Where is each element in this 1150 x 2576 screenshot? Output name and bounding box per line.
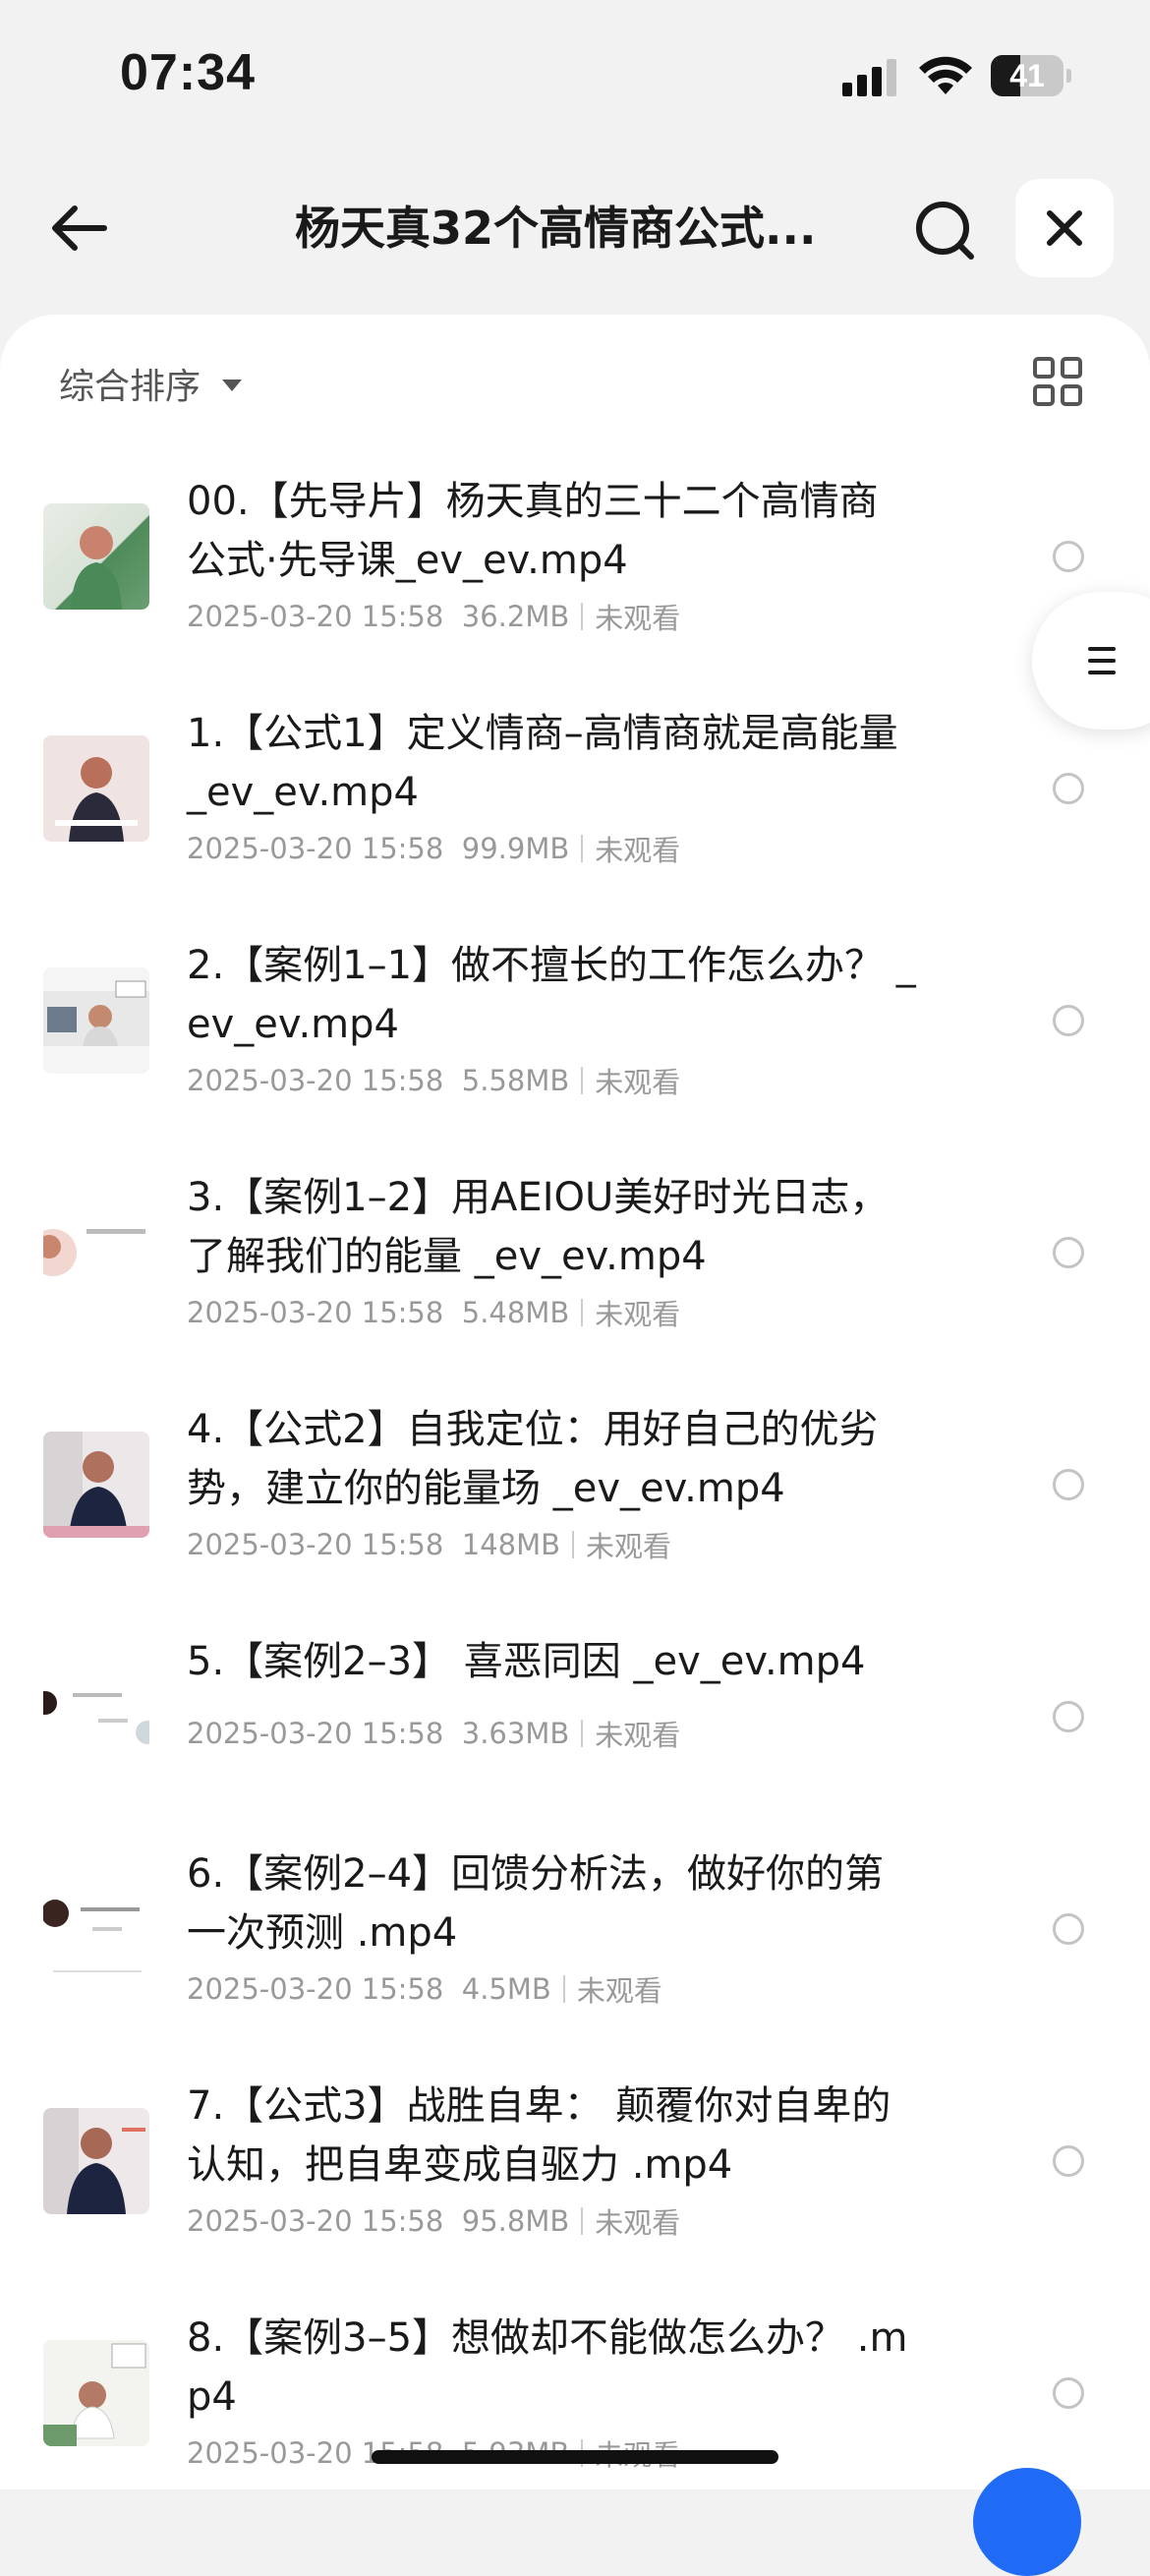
file-name-line: 00.【先导片】杨天真的三十二个高情商 [187, 479, 879, 524]
watch-status: 未观看 [595, 834, 681, 867]
file-meta: 2025-03-20 15:58 95.8MB 未观看 [187, 2200, 680, 2242]
file-meta: 2025-03-20 15:58 3.63MB 未观看 [187, 1713, 680, 1754]
file-date: 2025-03-20 15:58 [187, 1972, 444, 2006]
file-name-line: 7.【公式3】战胜自卑： 颠覆你对自卑的 [187, 2083, 891, 2129]
video-thumbnail [43, 1432, 149, 1538]
select-radio[interactable] [1053, 2145, 1084, 2177]
file-meta: 2025-03-20 15:58 4.5MB 未观看 [187, 1968, 662, 2010]
file-size: 99.9MB [461, 832, 570, 865]
video-thumbnail [43, 1664, 149, 1770]
status-bar: 07:34 41 [0, 0, 1150, 147]
watch-status: 未观看 [595, 2206, 681, 2240]
file-size: 4.5MB [461, 1972, 551, 2006]
select-radio[interactable] [1053, 1913, 1084, 1945]
search-button[interactable] [906, 192, 985, 270]
grid-view-icon[interactable] [1032, 356, 1083, 407]
arrow-left-icon [52, 205, 107, 251]
battery-icon: 41 [991, 55, 1071, 96]
file-size: 95.8MB [461, 2204, 570, 2238]
file-name-line: 2.【案例1–1】做不擅长的工作怎么办？ _ [187, 943, 916, 988]
file-name-line: 了解我们的能量 _ev_ev.mp4 [187, 1234, 707, 1279]
file-name-line: 势，建立你的能量场 _ev_ev.mp4 [187, 1466, 785, 1511]
file-list-panel: 综合排序 00.【先导片】杨天真的三十二个高情商 公式·先导课_ev_ev.mp… [0, 315, 1150, 2489]
list-item[interactable]: 6.【案例2–4】回馈分析法，做好你的第 一次预测 .mp4 2025-03-2… [0, 1844, 1150, 2077]
file-name-line: ev_ev.mp4 [187, 1002, 399, 1047]
sort-label: 综合排序 [59, 367, 201, 407]
menu-lines-icon [1088, 647, 1116, 674]
select-radio[interactable] [1053, 1237, 1084, 1268]
file-name-line: 8.【案例3–5】想做却不能做怎么办？ .m [187, 2315, 908, 2361]
header: 杨天真32个高情商公式... [0, 167, 1150, 290]
watch-status: 未观看 [595, 602, 681, 635]
video-thumbnail [43, 503, 149, 610]
file-size: 5.58MB [461, 1064, 570, 1097]
file-date: 2025-03-20 15:58 [187, 600, 444, 633]
file-size: 148MB [461, 1528, 561, 1561]
select-radio[interactable] [1053, 773, 1084, 804]
battery-level: 41 [1009, 58, 1045, 93]
file-name-line: 认知，把自卑变成自驱力 .mp4 [187, 2142, 733, 2188]
video-thumbnail [43, 2340, 149, 2446]
file-meta: 2025-03-20 15:58 148MB 未观看 [187, 1524, 671, 1565]
list-item[interactable]: 3.【案例1–2】用AEIOU美好时光日志， 了解我们的能量 _ev_ev.mp… [0, 1168, 1150, 1400]
file-date: 2025-03-20 15:58 [187, 1528, 444, 1561]
watch-status: 未观看 [595, 1066, 681, 1099]
file-name-line: p4 [187, 2374, 237, 2420]
list-item[interactable]: 4.【公式2】自我定位：用好自己的优劣 势，建立你的能量场 _ev_ev.mp4… [0, 1400, 1150, 1632]
sort-bar: 综合排序 [0, 315, 1150, 452]
list-item[interactable]: 2.【案例1–1】做不擅长的工作怎么办？ _ ev_ev.mp4 2025-03… [0, 936, 1150, 1168]
list-item[interactable]: 5.【案例2–3】 喜恶同因 _ev_ev.mp4 2025-03-20 15:… [0, 1632, 1150, 1821]
file-name-line: 4.【公式2】自我定位：用好自己的优劣 [187, 1407, 879, 1452]
video-thumbnail [43, 1200, 149, 1306]
status-time: 07:34 [120, 44, 256, 101]
video-thumbnail [43, 1876, 149, 1982]
file-name-line: 1.【公式1】定义情商–高情商就是高能量 [187, 711, 898, 756]
file-name-line: 公式·先导课_ev_ev.mp4 [187, 538, 628, 583]
file-meta: 2025-03-20 15:58 36.2MB 未观看 [187, 596, 680, 637]
sort-dropdown[interactable]: 综合排序 [59, 358, 243, 409]
file-date: 2025-03-20 15:58 [187, 1296, 444, 1329]
cellular-signal-icon [842, 59, 896, 96]
back-button[interactable] [39, 189, 118, 267]
watch-status: 未观看 [586, 1530, 672, 1563]
select-radio[interactable] [1053, 1701, 1084, 1732]
file-name-line: 3.【案例1–2】用AEIOU美好时光日志， [187, 1175, 890, 1220]
list-item[interactable]: 7.【公式3】战胜自卑： 颠覆你对自卑的 认知，把自卑变成自驱力 .mp4 20… [0, 2077, 1150, 2309]
file-size: 3.63MB [461, 1717, 570, 1750]
file-size: 5.48MB [461, 1296, 570, 1329]
file-name-line: 5.【案例2–3】 喜恶同因 _ev_ev.mp4 [187, 1639, 866, 1684]
watch-status: 未观看 [576, 1974, 662, 2008]
file-date: 2025-03-20 15:58 [187, 1717, 444, 1750]
video-thumbnail [43, 967, 149, 1074]
close-button[interactable] [1015, 179, 1114, 277]
file-meta: 2025-03-20 15:58 99.9MB 未观看 [187, 828, 680, 869]
list-item[interactable]: 1.【公式1】定义情商–高情商就是高能量 _ev_ev.mp4 2025-03-… [0, 704, 1150, 936]
file-date: 2025-03-20 15:58 [187, 2204, 444, 2238]
list-item[interactable]: 00.【先导片】杨天真的三十二个高情商 公式·先导课_ev_ev.mp4 202… [0, 472, 1150, 704]
watch-status: 未观看 [595, 1298, 681, 1331]
page-title: 杨天真32个高情商公式... [295, 202, 817, 255]
select-radio[interactable] [1053, 1469, 1084, 1500]
home-indicator [372, 2450, 778, 2464]
search-icon [916, 202, 974, 260]
close-icon [1047, 210, 1082, 246]
file-date: 2025-03-20 15:58 [187, 1064, 444, 1097]
select-radio[interactable] [1053, 2377, 1084, 2409]
wifi-icon [919, 56, 972, 94]
file-name-line: _ev_ev.mp4 [187, 770, 419, 815]
select-radio[interactable] [1053, 1005, 1084, 1036]
floating-action-button[interactable] [973, 2468, 1081, 2576]
file-size: 36.2MB [461, 600, 570, 633]
video-thumbnail [43, 2108, 149, 2214]
file-name-line: 6.【案例2–4】回馈分析法，做好你的第 [187, 1851, 885, 1897]
file-date: 2025-03-20 15:58 [187, 832, 444, 865]
file-name-line: 一次预测 .mp4 [187, 1910, 458, 1956]
watch-status: 未观看 [595, 1719, 681, 1752]
video-thumbnail [43, 735, 149, 842]
file-meta: 2025-03-20 15:58 5.48MB 未观看 [187, 1292, 680, 1333]
file-meta: 2025-03-20 15:58 5.58MB 未观看 [187, 1060, 680, 1101]
caret-down-icon [222, 380, 243, 391]
select-radio[interactable] [1053, 541, 1084, 572]
